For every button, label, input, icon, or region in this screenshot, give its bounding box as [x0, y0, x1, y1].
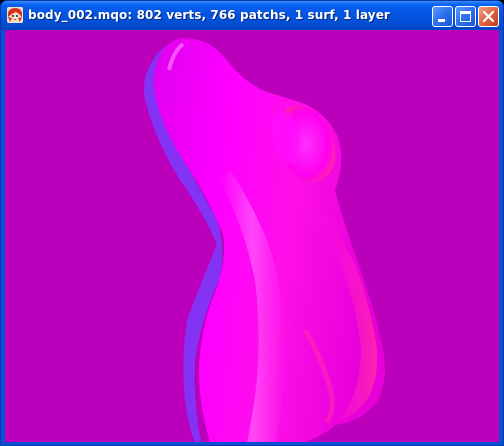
app-character-icon[interactable]	[7, 7, 23, 23]
maximize-icon	[460, 11, 471, 22]
title-bar[interactable]: body_002.mqo: 802 verts, 766 patchs, 1 s…	[1, 1, 503, 30]
minimize-icon	[438, 19, 445, 22]
close-button[interactable]	[478, 6, 499, 27]
close-icon	[482, 10, 495, 23]
app-window: body_002.mqo: 802 verts, 766 patchs, 1 s…	[0, 0, 504, 446]
window-title: body_002.mqo: 802 verts, 766 patchs, 1 s…	[28, 8, 390, 22]
minimize-button[interactable]	[432, 6, 453, 27]
3d-model-render[interactable]	[5, 30, 499, 442]
render-viewport[interactable]	[5, 30, 499, 442]
maximize-button[interactable]	[455, 6, 476, 27]
